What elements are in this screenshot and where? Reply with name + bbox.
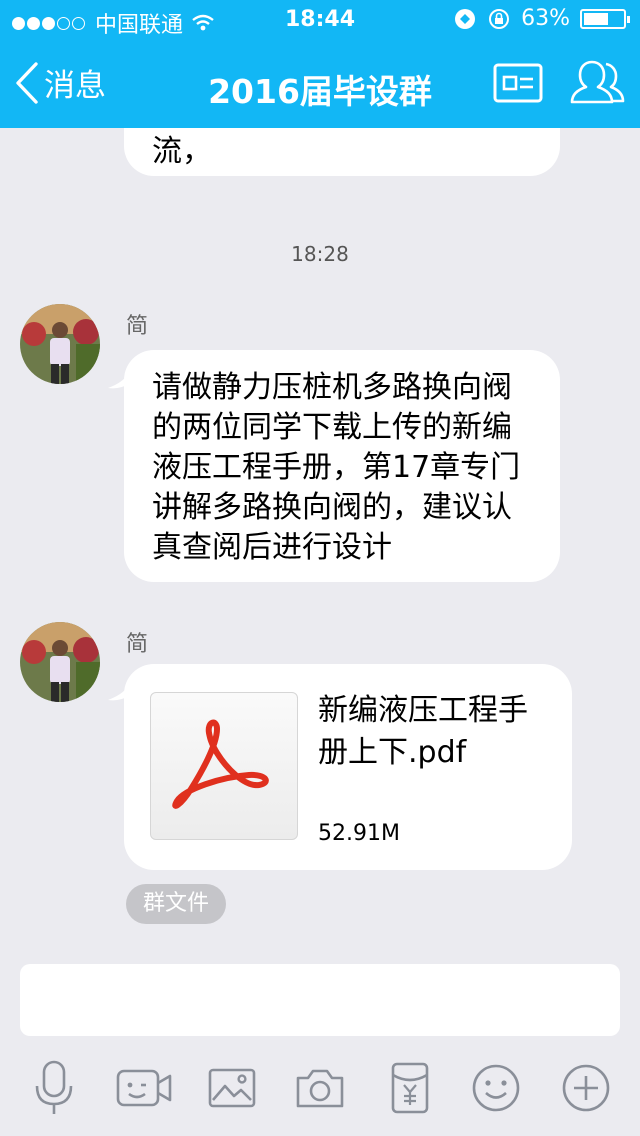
avatar[interactable] — [20, 622, 100, 702]
rotation-lock-icon — [489, 8, 510, 29]
battery-icon — [580, 8, 630, 29]
pdf-icon — [172, 719, 269, 809]
avatar-photo — [20, 304, 100, 384]
location-services-icon — [455, 8, 476, 29]
pdf-thumbnail — [150, 692, 298, 840]
message-bubble-previous[interactable]: 流， — [124, 128, 560, 176]
emoji-icon — [472, 1064, 520, 1112]
video-call-icon — [116, 1069, 172, 1107]
group-members-button[interactable] — [570, 56, 626, 112]
message-input[interactable] — [20, 964, 620, 1036]
input-toolbar — [0, 1046, 640, 1136]
back-label: 消息 — [44, 68, 106, 104]
group-members-icon — [570, 60, 625, 104]
back-chevron-icon — [16, 61, 38, 104]
message-timestamp: 18:28 — [291, 242, 349, 266]
microphone-icon — [35, 1060, 73, 1114]
more-button[interactable] — [556, 1058, 616, 1118]
status-bar: 中国联通 18:44 63% — [0, 0, 640, 40]
sender-name: 简 — [126, 632, 149, 657]
camera-button[interactable] — [290, 1058, 350, 1118]
back-button[interactable]: 消息 — [14, 60, 106, 105]
sender-name: 简 — [126, 314, 149, 339]
navigation-bar: 消息 2016届毕设群 — [0, 40, 640, 128]
image-button[interactable] — [202, 1058, 262, 1118]
battery-percent: 63% — [521, 6, 570, 31]
camera-icon — [296, 1069, 344, 1108]
group-file-tag[interactable]: 群文件 — [126, 884, 226, 924]
group-card-icon — [493, 63, 543, 103]
message-text: 流， — [152, 134, 212, 169]
red-packet-button[interactable] — [380, 1058, 440, 1118]
group-card-button[interactable] — [492, 62, 544, 104]
red-packet-icon — [391, 1062, 429, 1114]
avatar-photo — [20, 622, 100, 702]
message-text: 请做静力压桩机多路换向阀的两位同学下载上传的新编液压工程手册，第17章专门讲解多… — [152, 370, 521, 565]
video-call-button[interactable] — [112, 1058, 176, 1118]
file-size: 52.91M — [318, 821, 400, 846]
plus-icon — [562, 1064, 610, 1112]
file-name: 新编液压工程手册上下.pdf — [318, 693, 528, 770]
voice-button[interactable] — [24, 1058, 84, 1118]
status-right: 63% — [453, 6, 630, 31]
avatar[interactable] — [20, 304, 100, 384]
battery-fill — [584, 12, 608, 25]
message-bubble-text[interactable]: 请做静力压桩机多路换向阀的两位同学下载上传的新编液压工程手册，第17章专门讲解多… — [124, 350, 560, 582]
emoji-button[interactable] — [466, 1058, 526, 1118]
header: 中国联通 18:44 63% 消息 2016届毕设群 — [0, 0, 640, 128]
chat-area[interactable]: 流， 18:28 简 请做静力压桩机多路换向阀的两位同学下载上传的新编液压工程手… — [0, 128, 640, 936]
file-message-card[interactable]: 新编液压工程手册上下.pdf 52.91M — [124, 664, 572, 870]
image-icon — [208, 1068, 256, 1108]
